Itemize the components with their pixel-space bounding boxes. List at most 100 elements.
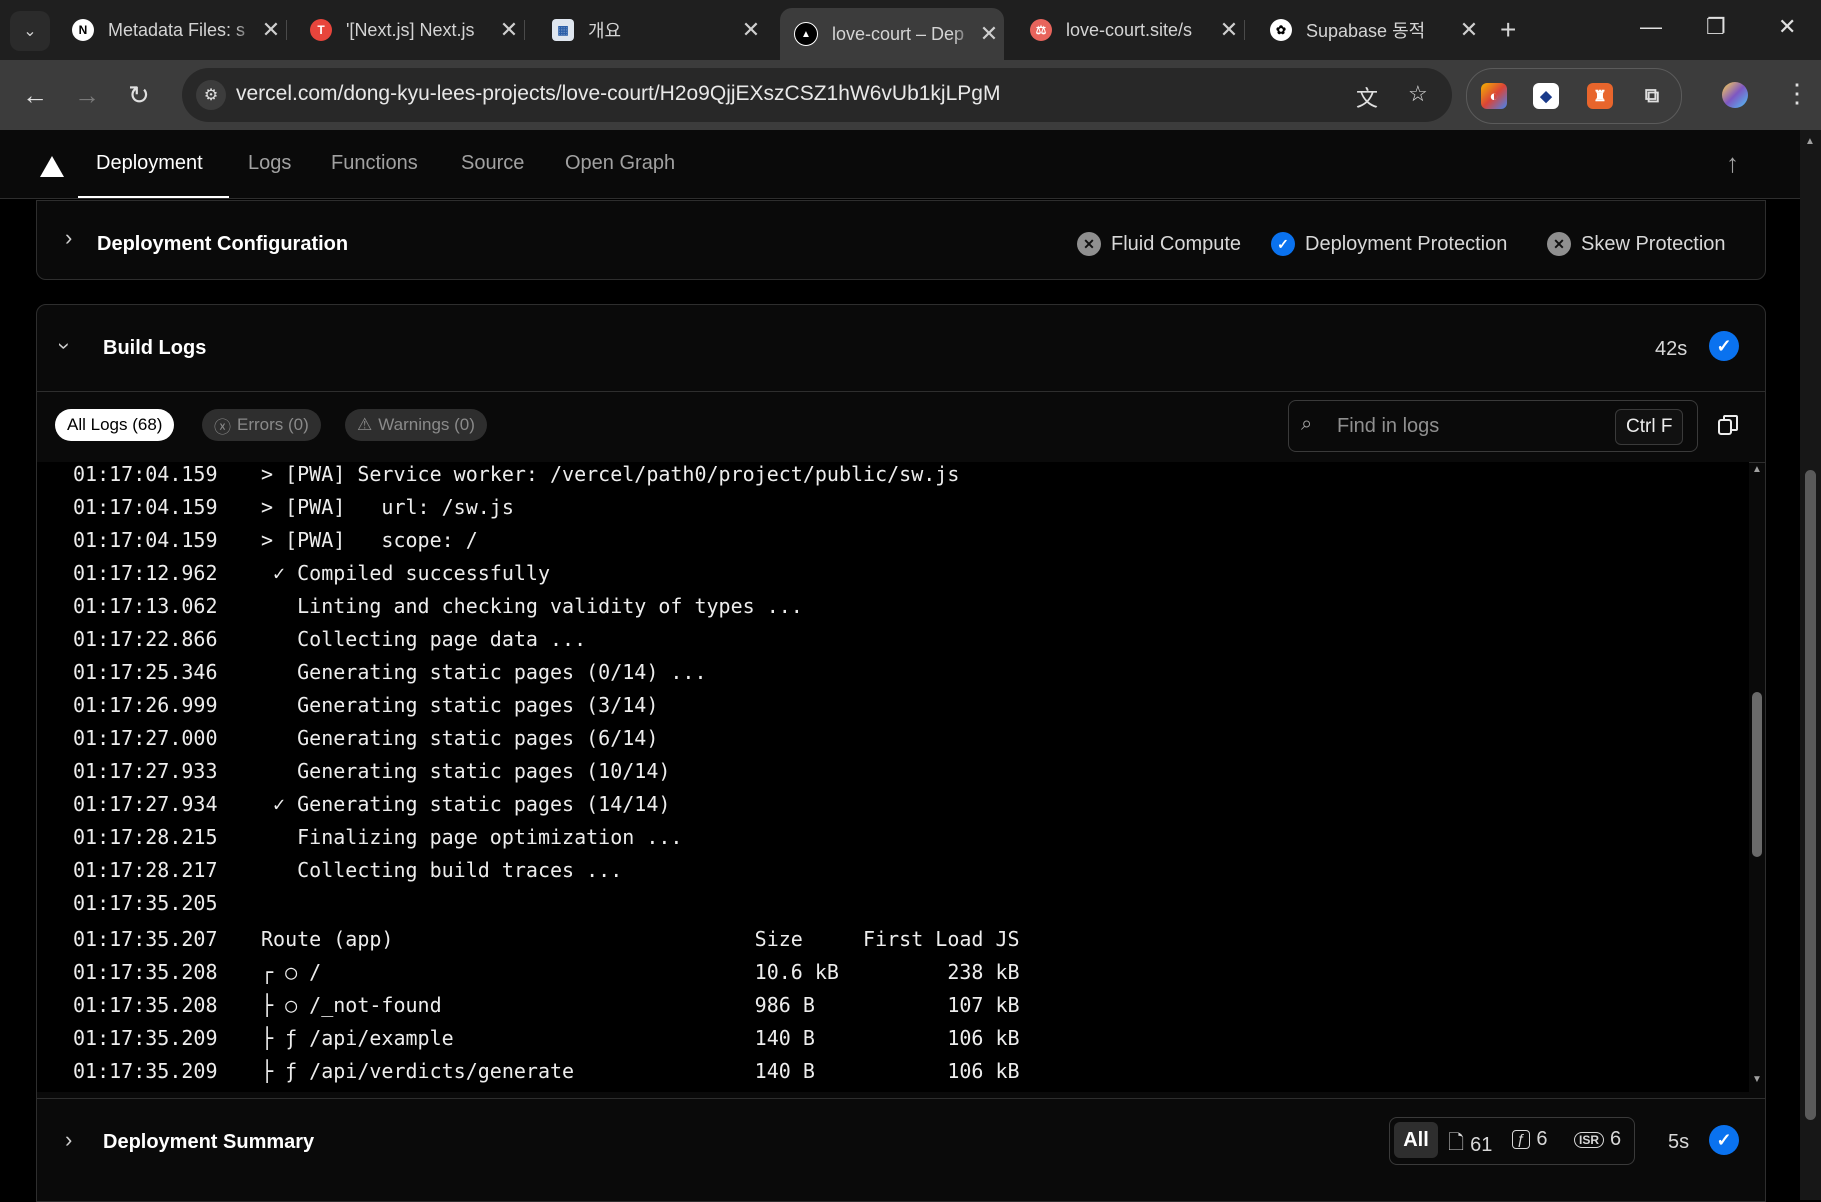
log-timestamp: 01:17:04.159 xyxy=(73,462,218,486)
browser-tab[interactable]: ▦ 개요 ✕ xyxy=(538,8,766,52)
log-line: 01:17:26.999 Generating static pages (3/… xyxy=(73,693,658,726)
scroll-top-arrow-icon[interactable]: ↑ xyxy=(1726,148,1739,179)
filter-warnings[interactable]: ⚠ Warnings (0) xyxy=(345,409,487,441)
minimize-icon[interactable]: — xyxy=(1640,14,1662,40)
log-line: 01:17:35.205 xyxy=(73,891,261,924)
log-timestamp: 01:17:35.209 xyxy=(73,1059,218,1083)
log-line: 01:17:04.159 > [PWA] scope: / xyxy=(73,528,478,561)
restore-icon[interactable]: ❐ xyxy=(1706,14,1726,40)
browser-tab[interactable]: ✿ Supabase 동적 ✕ xyxy=(1256,8,1484,52)
chevron-down-icon[interactable]: › xyxy=(52,342,78,349)
summary-filter-all[interactable]: All xyxy=(1394,1122,1438,1158)
reload-icon[interactable]: ↻ xyxy=(128,80,150,111)
log-line: 01:17:13.062 Linting and checking validi… xyxy=(73,594,803,627)
translate-icon[interactable]: 文 xyxy=(1356,81,1378,113)
more-menu-icon[interactable]: ⋮ xyxy=(1784,78,1810,109)
close-icon[interactable]: ✕ xyxy=(974,21,1004,47)
vercel-logo-icon[interactable] xyxy=(40,156,64,177)
tab-deployment[interactable]: Deployment xyxy=(96,152,203,175)
log-message: ├ ○ /_not-found 986 B 107 kB xyxy=(261,993,1020,1017)
extension-code-icon[interactable]: ◆ xyxy=(1533,83,1559,109)
scroll-up-arrow-icon[interactable]: ▲ xyxy=(1805,136,1815,147)
filter-errors[interactable]: ⓧ Errors (0) xyxy=(202,409,321,441)
site-settings-icon[interactable]: ⚙ xyxy=(196,80,226,110)
log-timestamp: 01:17:35.207 xyxy=(73,927,218,951)
enabled-check-icon: ✓ xyxy=(1271,232,1295,256)
log-message: Generating static pages (6/14) xyxy=(261,726,659,750)
log-line: 01:17:27.000 Generating static pages (6/… xyxy=(73,726,658,759)
filter-all-logs[interactable]: All Logs (68) xyxy=(55,409,175,441)
close-icon[interactable]: ✕ xyxy=(494,17,524,43)
find-in-logs-field[interactable]: ⌕ Find in logs Ctrl F xyxy=(1288,400,1698,452)
scroll-up-arrow-icon[interactable]: ▲ xyxy=(1752,464,1762,475)
log-message: ✓ Generating static pages (14/14) xyxy=(261,792,671,816)
tab-logs[interactable]: Logs xyxy=(248,152,291,175)
section-title[interactable]: Deployment Configuration xyxy=(97,233,348,256)
chevron-right-icon[interactable]: › xyxy=(65,1127,72,1153)
section-title[interactable]: Build Logs xyxy=(103,337,206,360)
log-line: 01:17:27.934 ✓ Generating static pages (… xyxy=(73,792,670,825)
build-log-output[interactable]: 01:17:04.159 > [PWA] Service worker: /ver… xyxy=(37,462,1749,1092)
log-timestamp: 01:17:25.346 xyxy=(73,660,218,684)
forward-arrow-icon[interactable]: → xyxy=(74,80,100,111)
log-line: 01:17:27.933 Generating static pages (10… xyxy=(73,759,670,792)
browser-toolbar: ← → ↻ ⚙ vercel.com/dong-kyu-lees-project… xyxy=(0,60,1821,130)
tab-source[interactable]: Source xyxy=(461,152,524,175)
profile-avatar[interactable] xyxy=(1722,82,1748,108)
log-timestamp: 01:17:27.000 xyxy=(73,726,218,750)
log-message: Collecting page data ... xyxy=(261,627,587,651)
search-icon: ⌕ xyxy=(1301,413,1313,435)
extensions-puzzle-icon[interactable]: ⧉ xyxy=(1639,83,1665,109)
browser-tab[interactable]: N Metadata Files: s ✕ xyxy=(58,8,287,52)
log-message: ├ ƒ /api/example 140 B 106 kB xyxy=(261,1026,1020,1050)
chevron-right-icon[interactable]: › xyxy=(65,225,72,251)
log-scroll-thumb[interactable] xyxy=(1752,692,1762,857)
extension-lighthouse-icon[interactable]: ♜ xyxy=(1587,83,1613,109)
log-message: > [PWA] url: /sw.js xyxy=(261,495,514,519)
close-icon[interactable]: ✕ xyxy=(1214,17,1244,43)
log-timestamp: 01:17:27.933 xyxy=(73,759,218,783)
log-message: ├ ƒ /api/verdicts/generate 140 B 106 kB xyxy=(261,1059,1020,1083)
deployment-summary-card[interactable]: › Deployment Summary All 🗋 61 ƒ 6 ISR 6 … xyxy=(36,1098,1766,1201)
tab-open-graph[interactable]: Open Graph xyxy=(565,152,675,175)
address-bar[interactable]: ⚙ vercel.com/dong-kyu-lees-projects/love… xyxy=(182,68,1452,122)
close-icon[interactable]: ✕ xyxy=(1454,17,1484,43)
log-message: Linting and checking validity of types .… xyxy=(261,594,803,618)
isr-count[interactable]: ISR 6 xyxy=(1574,1128,1621,1151)
section-title[interactable]: Deployment Summary xyxy=(103,1131,314,1154)
log-timestamp: 01:17:35.205 xyxy=(73,891,218,915)
bookmark-star-icon[interactable]: ☆ xyxy=(1408,81,1428,107)
feature-skew-protection: ✕ Skew Protection xyxy=(1547,232,1726,256)
log-line: 01:17:35.209 ├ ƒ /api/verdicts/generate 1… xyxy=(73,1059,1020,1092)
browser-tab[interactable]: ⚖ love-court.site/s ✕ xyxy=(1016,8,1245,52)
close-icon[interactable]: ✕ xyxy=(736,17,766,43)
browser-tab-active[interactable]: ▲ love-court – Dep ✕ xyxy=(780,8,1004,60)
url-text[interactable]: vercel.com/dong-kyu-lees-projects/love-c… xyxy=(236,82,1000,106)
extension-color-icon[interactable]: ◐ xyxy=(1481,83,1507,109)
page-scrollbar[interactable]: ▲ xyxy=(1800,130,1821,1200)
tab-search-chevron-icon[interactable]: ⌄ xyxy=(10,11,50,51)
log-line: 01:17:22.866 Collecting page data ... xyxy=(73,627,586,660)
log-timestamp: 01:17:35.209 xyxy=(73,1026,218,1050)
static-files-count[interactable]: 🗋 61 xyxy=(1448,1128,1492,1162)
new-tab-plus-icon[interactable]: + xyxy=(1500,14,1516,46)
log-line: 01:17:35.208 ├ ○ /_not-found 986 B 107 kB xyxy=(73,993,1020,1026)
feature-fluid-compute: ✕ Fluid Compute xyxy=(1077,232,1241,256)
log-line: 01:17:04.159 > [PWA] url: /sw.js xyxy=(73,495,514,528)
keyboard-shortcut: Ctrl F xyxy=(1615,409,1684,445)
deployment-configuration-card[interactable]: › Deployment Configuration ✕ Fluid Compu… xyxy=(36,200,1766,280)
copy-icon[interactable] xyxy=(1717,414,1739,436)
browser-tab[interactable]: T '[Next.js] Next.js ✕ xyxy=(296,8,525,52)
scroll-down-arrow-icon[interactable]: ▼ xyxy=(1752,1074,1762,1085)
page-scroll-thumb[interactable] xyxy=(1805,470,1816,1120)
back-arrow-icon[interactable]: ← xyxy=(22,80,48,111)
log-line: 01:17:12.962 ✓ Compiled successfully xyxy=(73,561,550,594)
log-scrollbar[interactable]: ▲ ▼ xyxy=(1749,462,1765,1092)
window-close-icon[interactable]: ✕ xyxy=(1778,14,1796,40)
tab-functions[interactable]: Functions xyxy=(331,152,418,175)
log-timestamp: 01:17:12.962 xyxy=(73,561,218,585)
functions-count[interactable]: ƒ 6 xyxy=(1512,1128,1547,1151)
log-timestamp: 01:17:13.062 xyxy=(73,594,218,618)
close-icon[interactable]: ✕ xyxy=(256,17,286,43)
log-message: Generating static pages (0/14) ... xyxy=(261,660,707,684)
